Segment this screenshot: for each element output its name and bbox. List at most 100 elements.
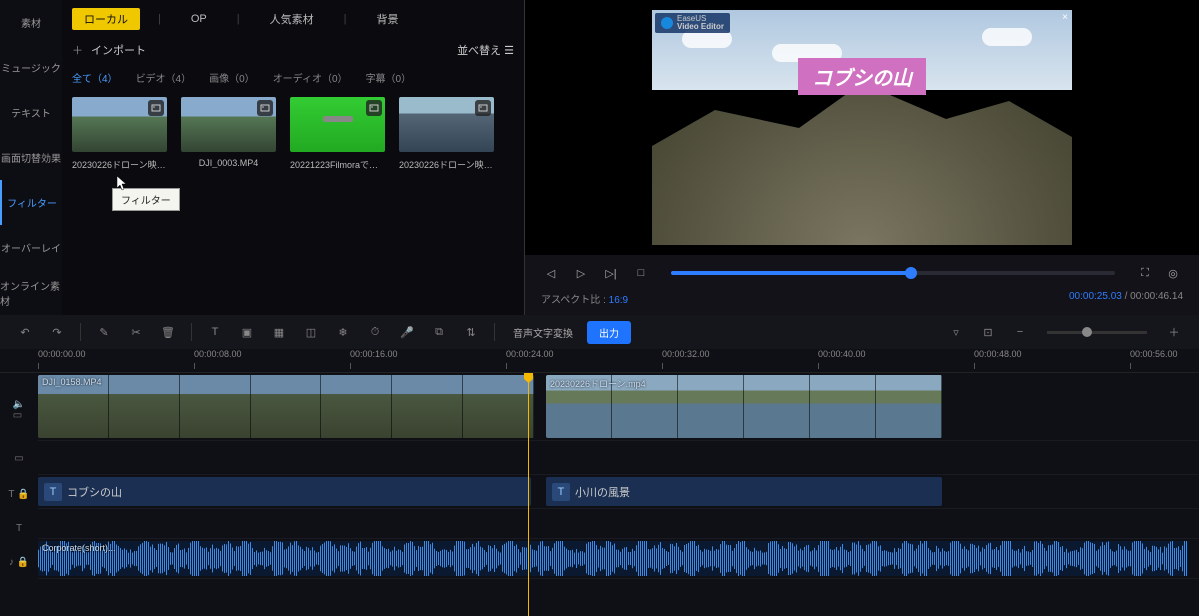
freeze-icon[interactable]: ❄ — [330, 319, 356, 345]
prev-frame-button[interactable]: ◁ — [541, 263, 561, 283]
zoom-in-icon[interactable]: ＋ — [1161, 319, 1187, 345]
side-tab-1[interactable]: ミュージック — [0, 45, 62, 90]
side-tab-3[interactable]: 画面切替効果 — [0, 135, 62, 180]
ruler-tick: 00:00:00.00 — [38, 349, 86, 359]
source-tab-3[interactable]: 背景 — [364, 8, 410, 30]
mix-icon[interactable]: ⇅ — [458, 319, 484, 345]
playbar[interactable] — [671, 271, 1115, 275]
preview-title-overlay: コブシの山 — [798, 58, 926, 95]
video-clip-1[interactable]: 20230226ドローン.mp4 — [546, 375, 942, 438]
media-thumb-0[interactable]: 20230226ドローン映像... — [72, 97, 167, 171]
text-tool-icon[interactable]: T — [202, 319, 228, 345]
text2-track-icon[interactable]: T — [6, 523, 32, 534]
audio-track-icon[interactable]: ♪ 🔒 — [6, 557, 32, 568]
text-clip-icon: T — [552, 483, 570, 501]
sort-button[interactable]: 並べ替え ☰ — [457, 42, 514, 58]
audio-clip[interactable]: Corporate(short)... — [38, 541, 1188, 576]
text-track[interactable]: Tコブシの山T小川の風景 — [38, 475, 1199, 509]
record-icon[interactable]: ⧉ — [426, 319, 452, 345]
ad-badge[interactable]: EaseUSVideo Editor — [655, 13, 730, 33]
speech-to-text-button[interactable]: 音声文字変換 — [505, 322, 581, 343]
side-tabs: 素材ミュージックテキスト画面切替効果フィルターオーバーレイオンライン素材 — [0, 0, 62, 315]
filter-link-3[interactable]: オーディオ（0） — [273, 70, 348, 85]
audio-track[interactable]: Corporate(short)... — [38, 539, 1199, 579]
ad-close-icon[interactable]: × — [1062, 12, 1068, 23]
thumb-label: DJI_0003.MP4 — [181, 158, 276, 168]
media-thumb-1[interactable]: DJI_0003.MP4 — [181, 97, 276, 171]
stop-button[interactable]: □ — [631, 263, 651, 283]
filter-link-2[interactable]: 画像（0） — [209, 70, 255, 85]
video-clip-0[interactable]: DJI_0158.MP4 — [38, 375, 534, 438]
source-tabs: ローカル|OP|人気素材|背景 — [72, 6, 514, 32]
thumb-label: 20230226ドローン映像... — [399, 158, 494, 171]
side-tab-0[interactable]: 素材 — [0, 0, 62, 45]
playhead[interactable] — [528, 373, 529, 616]
mosaic-icon[interactable]: ▦ — [266, 319, 292, 345]
overlay-track[interactable] — [38, 441, 1199, 475]
media-thumb-3[interactable]: 20230226ドローン映像... — [399, 97, 494, 171]
sort-icon: ☰ — [504, 45, 514, 57]
crop-icon[interactable]: ⛶ — [1135, 263, 1155, 283]
overlay-track-icon[interactable]: ▭ — [6, 453, 32, 464]
snapshot-icon[interactable]: ◎ — [1163, 263, 1183, 283]
playback-time: 00:00:25.03 / 00:00:46.14 — [1069, 291, 1183, 306]
tracks-area: 🔈▭ ▭ T 🔒 T ♪ 🔒 DJI_0158.MP4 20230226ドローン.… — [0, 373, 1199, 616]
media-content: ローカル|OP|人気素材|背景 ＋ インポート 並べ替え ☰ 全て（4） ビデオ（… — [62, 0, 524, 315]
text-clip-icon: T — [44, 483, 62, 501]
text-clip-1[interactable]: T 小川の風景 — [546, 477, 942, 506]
preview-viewport[interactable]: コブシの山 EaseUSVideo Editor × — [525, 0, 1199, 255]
source-tab-2[interactable]: 人気素材 — [258, 8, 326, 30]
text-clip-label: 小川の風景 — [575, 484, 630, 500]
zoom-slider[interactable] — [1047, 331, 1147, 334]
filter-link-1[interactable]: ビデオ（4） — [136, 70, 192, 85]
ruler-tick: 00:00:32.00 — [662, 349, 710, 359]
time-ruler[interactable]: 00:00:00.00 00:00:08.00 00:00:16.00 00:00:2… — [0, 349, 1199, 373]
thumb-type-icon — [148, 100, 164, 116]
side-tab-2[interactable]: テキスト — [0, 90, 62, 135]
export-button[interactable]: 出力 — [587, 321, 631, 344]
play-button[interactable]: ▷ — [571, 263, 591, 283]
source-tab-0[interactable]: ローカル — [72, 8, 140, 30]
timeline: 00:00:00.00 00:00:08.00 00:00:16.00 00:00:2… — [0, 349, 1199, 616]
undo-button[interactable]: ↶ — [12, 319, 38, 345]
edit-icon[interactable]: ✎ — [91, 319, 117, 345]
import-button[interactable]: インポート — [91, 42, 146, 58]
side-tab-5[interactable]: オーバーレイ — [0, 225, 62, 270]
audio-clip-label: Corporate(short)... — [42, 543, 116, 553]
media-thumb-2[interactable]: 20221223Filmoraでク... — [290, 97, 385, 171]
clip-label: 20230226ドローン.mp4 — [550, 377, 646, 390]
plus-icon[interactable]: ＋ — [72, 42, 83, 58]
delete-icon[interactable]: 🗑 — [155, 319, 181, 345]
filter-link-0[interactable]: 全て（4） — [72, 70, 118, 85]
marker-icon[interactable]: ▿ — [943, 319, 969, 345]
thumb-label: 20230226ドローン映像... — [72, 158, 167, 171]
cursor-icon — [117, 176, 129, 192]
text-track-icon[interactable]: T 🔒 — [6, 489, 32, 500]
text-track-2[interactable] — [38, 509, 1199, 539]
source-tab-1[interactable]: OP — [179, 10, 219, 28]
crop-tool-icon[interactable]: ▣ — [234, 319, 260, 345]
redo-button[interactable]: ↷ — [44, 319, 70, 345]
video-track[interactable]: DJI_0158.MP4 20230226ドローン.mp4 — [38, 373, 1199, 441]
ruler-tick: 00:00:24.00 — [506, 349, 554, 359]
mask-icon[interactable]: ◫ — [298, 319, 324, 345]
thumb-type-icon — [475, 100, 491, 116]
zoom-out-icon[interactable]: − — [1007, 319, 1033, 345]
ruler-tick: 00:00:16.00 — [350, 349, 398, 359]
next-frame-button[interactable]: ▷| — [601, 263, 621, 283]
side-tab-6[interactable]: オンライン素材 — [0, 270, 62, 315]
audio-icon[interactable]: 🎤 — [394, 319, 420, 345]
thumb-grid: 20230226ドローン映像... DJI_0003.MP4 20221223Fil… — [72, 97, 514, 171]
zoom-fit-icon[interactable]: ⊡ — [975, 319, 1001, 345]
ruler-tick: 00:00:08.00 — [194, 349, 242, 359]
video-track-icon[interactable]: 🔈▭ — [6, 399, 32, 421]
ruler-tick: 00:00:56.00 — [1130, 349, 1178, 359]
speed-icon[interactable]: ⏱ — [362, 319, 388, 345]
cut-icon[interactable]: ✂ — [123, 319, 149, 345]
side-tab-4[interactable]: フィルター — [0, 180, 62, 225]
timeline-toolbar: ↶ ↷ ✎ ✂ 🗑 T ▣ ▦ ◫ ❄ ⏱ 🎤 ⧉ ⇅ 音声文字変換 出力 ▿ … — [0, 315, 1199, 349]
text-clip-0[interactable]: Tコブシの山 — [38, 477, 531, 506]
ruler-tick: 00:00:40.00 — [818, 349, 866, 359]
filter-link-4[interactable]: 字幕（0） — [366, 70, 412, 85]
aspect-ratio[interactable]: アスペクト比 : 16:9 — [541, 291, 628, 306]
